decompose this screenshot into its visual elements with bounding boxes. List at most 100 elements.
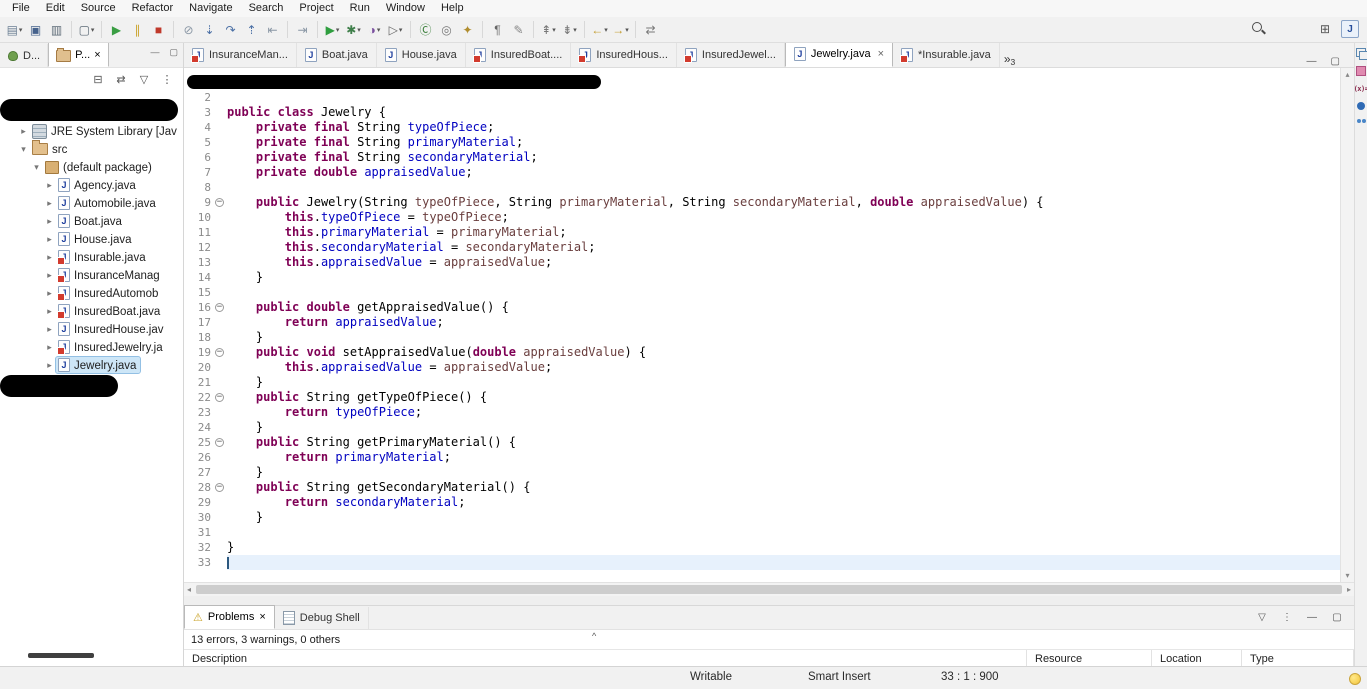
open-perspective-icon[interactable]: ⊞ xyxy=(1316,20,1334,38)
chevron-up-icon[interactable]: ^ xyxy=(592,631,596,641)
notification-bulb-icon[interactable] xyxy=(1349,673,1361,685)
menu-run[interactable]: Run xyxy=(342,0,378,17)
scrollbar-thumb[interactable] xyxy=(196,585,1342,594)
print-icon[interactable]: ▥ xyxy=(47,19,66,41)
menu-window[interactable]: Window xyxy=(378,0,433,17)
panel-tab-debug-shell[interactable]: Debug Shell xyxy=(275,607,369,629)
open-type-icon[interactable]: ◎ xyxy=(437,19,456,41)
fold-collapse-icon[interactable]: − xyxy=(215,483,224,492)
code-line-10[interactable]: 10 this.typeOfPiece = typeOfPiece; xyxy=(184,210,1340,225)
code-line-13[interactable]: 13 this.appraisedValue = appraisedValue; xyxy=(184,255,1340,270)
run-menu-icon[interactable]: ▶ ▾ xyxy=(323,19,342,41)
fold-collapse-icon[interactable]: − xyxy=(215,303,224,312)
filter-icon[interactable]: ▽ xyxy=(137,71,151,87)
disconnect-icon[interactable]: ⊘ xyxy=(179,19,198,41)
code-line-15[interactable]: 15 xyxy=(184,285,1340,300)
scroll-left-icon[interactable]: ◂ xyxy=(184,585,194,594)
show-whitespace-icon[interactable]: ¶ xyxy=(488,19,507,41)
scroll-right-icon[interactable]: ▸ xyxy=(1344,585,1354,594)
tree-item-agency-java[interactable]: ▸ J Agency.java xyxy=(0,176,183,194)
next-annotation-icon[interactable]: ⇟ ▾ xyxy=(560,19,579,41)
tree-item-insurancemanag[interactable]: ▸ J InsuranceManag xyxy=(0,266,183,284)
debug-menu-icon[interactable]: ✱ ▾ xyxy=(344,19,363,41)
editor-tab-boat-java[interactable]: J Boat.java xyxy=(297,43,377,67)
fold-collapse-icon[interactable]: − xyxy=(215,438,224,447)
back-icon[interactable]: ← ▾ xyxy=(590,19,609,41)
insert-mode-status[interactable]: Smart Insert xyxy=(808,671,871,683)
step-over-icon[interactable]: ↷ xyxy=(221,19,240,41)
maximize-view-icon[interactable]: ▢ xyxy=(169,47,178,58)
tree-item-insuredboat-java[interactable]: ▸ J InsuredBoat.java xyxy=(0,302,183,320)
menu-edit[interactable]: Edit xyxy=(38,0,73,17)
expander-icon[interactable]: ▸ xyxy=(43,180,56,191)
tree-item-insuredjewelry-ja[interactable]: ▸ J InsuredJewelry.ja xyxy=(0,338,183,356)
code-line-7[interactable]: 7 private double appraisedValue; xyxy=(184,165,1340,180)
minimize-icon[interactable]: — xyxy=(1305,610,1319,626)
code-line-16[interactable]: 16− public double getAppraisedValue() { xyxy=(184,300,1340,315)
expander-icon[interactable]: ▸ xyxy=(43,234,56,245)
restore-views-icon[interactable] xyxy=(1356,48,1367,60)
link-with-editor-icon[interactable]: ⇄ xyxy=(641,19,660,41)
tree-item-insuredhouse-jav[interactable]: ▸ J InsuredHouse.jav xyxy=(0,320,183,338)
tree-item-jre-system-library-jav[interactable]: ▸ JRE System Library [Jav xyxy=(0,122,183,140)
code-line-32[interactable]: 32} xyxy=(184,540,1340,555)
expander-icon[interactable]: ▸ xyxy=(43,360,56,371)
editor-tab-house-java[interactable]: J House.java xyxy=(377,43,466,67)
expander-icon[interactable]: ▸ xyxy=(43,216,56,227)
tree-item-jewelry-java[interactable]: ▸ J Jewelry.java xyxy=(0,356,183,374)
code-line-28[interactable]: 28− public String getSecondaryMaterial()… xyxy=(184,480,1340,495)
sash-drag-handle[interactable] xyxy=(28,653,94,658)
code-line-3[interactable]: 3 public class Jewelry { xyxy=(184,105,1340,120)
minimized-expressions-icon[interactable] xyxy=(1356,119,1366,123)
tree-item-house-java[interactable]: ▸ J House.java xyxy=(0,230,183,248)
forward-icon[interactable]: → ▾ xyxy=(611,19,630,41)
tree-item-insuredautomob[interactable]: ▸ J InsuredAutomob xyxy=(0,284,183,302)
previous-annotation-icon[interactable]: ⇞ ▾ xyxy=(539,19,558,41)
code-line-25[interactable]: 25− public String getPrimaryMaterial() { xyxy=(184,435,1340,450)
close-icon[interactable]: × xyxy=(259,611,265,623)
coverage-menu-icon[interactable]: ◑ ▾ xyxy=(365,19,384,41)
expander-icon[interactable]: ▾ xyxy=(17,144,30,155)
code-pane[interactable]: 123public class Jewelry {4 private final… xyxy=(184,68,1340,582)
code-line-1[interactable]: 1 xyxy=(184,75,1340,90)
code-line-9[interactable]: 9− public Jewelry(String typeOfPiece, St… xyxy=(184,195,1340,210)
fold-collapse-icon[interactable]: − xyxy=(215,393,224,402)
java-perspective-icon[interactable]: J xyxy=(1341,20,1359,38)
minimized-problems-icon[interactable] xyxy=(1356,66,1366,76)
use-step-filters-icon[interactable]: ⇥ xyxy=(293,19,312,41)
save-icon[interactable]: ▣ xyxy=(26,19,45,41)
fold-collapse-icon[interactable]: − xyxy=(215,198,224,207)
menu-help[interactable]: Help xyxy=(433,0,472,17)
step-return-icon[interactable]: ⇡ xyxy=(242,19,261,41)
minimize-view-icon[interactable]: — xyxy=(150,47,159,58)
editor-tab-insuredjewel[interactable]: J InsuredJewel... xyxy=(677,43,785,67)
code-line-12[interactable]: 12 this.secondaryMaterial = secondaryMat… xyxy=(184,240,1340,255)
search-flashlight-icon[interactable]: ✦ xyxy=(458,19,477,41)
tree-item-automobile-java[interactable]: ▸ J Automobile.java xyxy=(0,194,183,212)
minimize-editor-icon[interactable]: — xyxy=(1307,56,1317,67)
suspend-icon[interactable]: ∥ xyxy=(128,19,147,41)
code-line-17[interactable]: 17 return appraisedValue; xyxy=(184,315,1340,330)
tree-item-default-package[interactable]: ▾ (default package) xyxy=(0,158,183,176)
tree-item-src[interactable]: ▾ src xyxy=(0,140,183,158)
collapse-all-icon[interactable]: ⊟ xyxy=(91,71,105,87)
mark-occurrences-icon[interactable]: ✎ xyxy=(509,19,528,41)
code-line-29[interactable]: 29 return secondaryMaterial; xyxy=(184,495,1340,510)
expander-icon[interactable]: ▸ xyxy=(43,198,56,209)
view-menu-icon[interactable]: ⋮ xyxy=(160,71,174,87)
terminate-icon[interactable]: ■ xyxy=(149,19,168,41)
code-line-2[interactable]: 2 xyxy=(184,90,1340,105)
drop-to-frame-icon[interactable]: ⇤ xyxy=(263,19,282,41)
expander-icon[interactable]: ▸ xyxy=(17,126,30,137)
scroll-down-icon[interactable]: ▾ xyxy=(1345,571,1349,580)
code-line-23[interactable]: 23 return typeOfPiece; xyxy=(184,405,1340,420)
view-menu-icon[interactable]: ⋮ xyxy=(1280,610,1294,626)
code-line-6[interactable]: 6 private final String secondaryMaterial… xyxy=(184,150,1340,165)
expander-icon[interactable]: ▸ xyxy=(43,252,56,263)
expander-icon[interactable]: ▸ xyxy=(43,306,56,317)
tree-item-boat-java[interactable]: ▸ J Boat.java xyxy=(0,212,183,230)
menu-navigate[interactable]: Navigate xyxy=(181,0,240,17)
expander-icon[interactable]: ▸ xyxy=(43,324,56,335)
expander-icon[interactable]: ▾ xyxy=(30,162,43,173)
code-line-22[interactable]: 22− public String getTypeOfPiece() { xyxy=(184,390,1340,405)
